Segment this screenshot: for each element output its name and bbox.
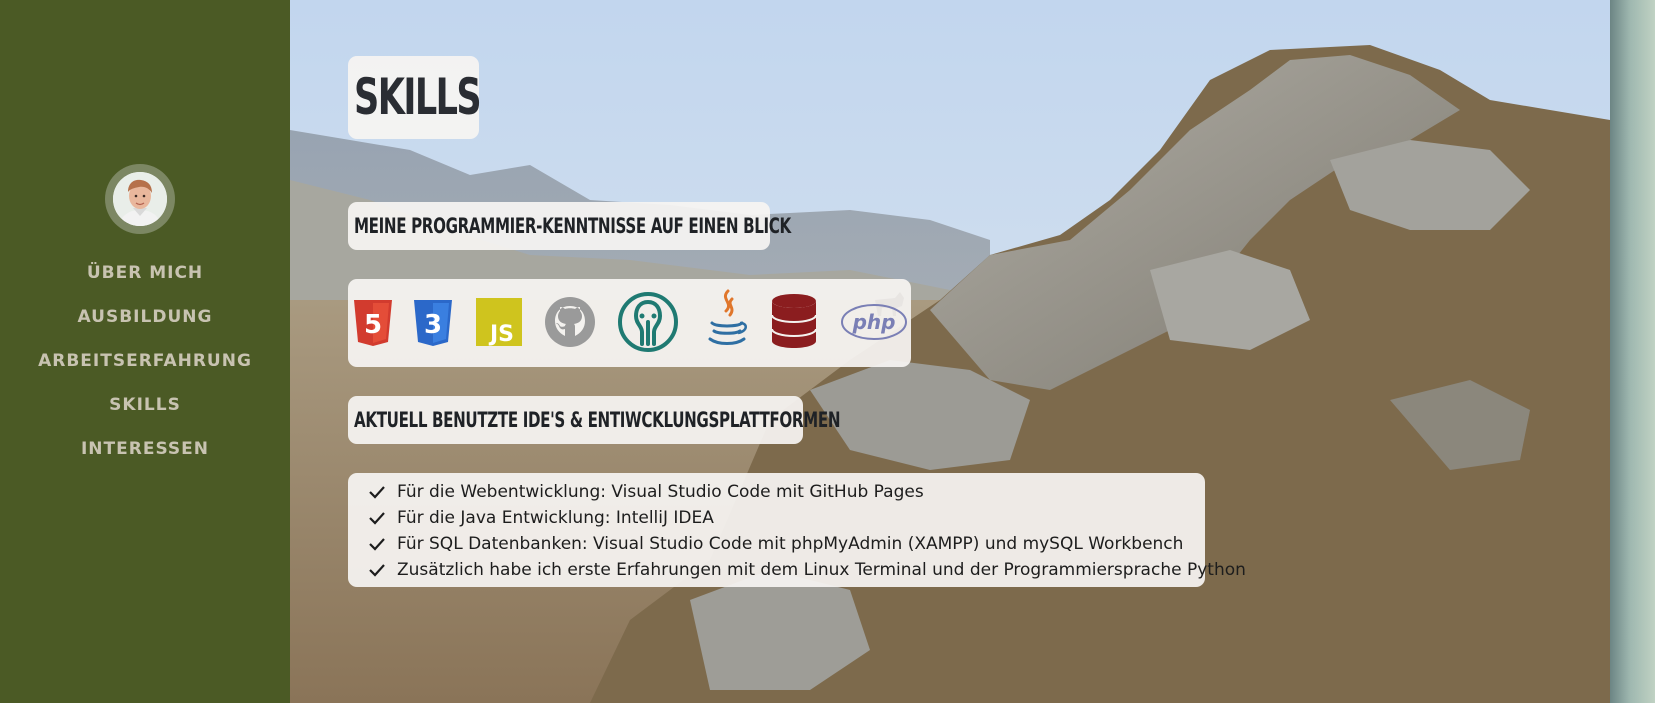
nav-item-skills[interactable]: SKILLS	[0, 390, 290, 434]
page-title: SKILLS	[354, 68, 482, 126]
nav-item-ueber-mich[interactable]: ÜBER MICH	[0, 258, 290, 302]
main-nav: ÜBER MICH AUSBILDUNG ARBEITSERFAHRUNG SK…	[0, 258, 290, 478]
javascript-icon: JS	[476, 298, 522, 346]
sidebar: ÜBER MICH AUSBILDUNG ARBEITSERFAHRUNG SK…	[0, 0, 290, 703]
list-item: Für die Java Entwicklung: IntelliJ IDEA	[348, 505, 1205, 531]
ide-list: Für die Webentwicklung: Visual Studio Co…	[348, 473, 1246, 583]
checkmark-icon	[369, 564, 385, 577]
section-heading-skills: MEINE PROGRAMMIER-KENNTNISSE AUF EINEN B…	[354, 214, 791, 238]
avatar-ring	[105, 164, 175, 234]
ide-list-card: Für die Webentwicklung: Visual Studio Co…	[348, 473, 1246, 587]
svg-text:5: 5	[364, 310, 382, 340]
list-item: Für die Webentwicklung: Visual Studio Co…	[348, 479, 1205, 505]
list-item: Für SQL Datenbanken: Visual Studio Code …	[348, 531, 1205, 557]
list-item-text: Für die Webentwicklung: Visual Studio Co…	[397, 482, 924, 502]
checkmark-icon	[369, 486, 385, 499]
section-heading-card: MEINE PROGRAMMIER-KENNTNISSE AUF EINEN B…	[348, 202, 791, 250]
java-icon	[708, 289, 747, 345]
list-item-text: Für SQL Datenbanken: Visual Studio Code …	[397, 534, 1184, 554]
css3-icon: 3	[414, 300, 452, 346]
section-heading-card: AKTUELL BENUTZTE IDE'S & ENTIWCKLUNGSPLA…	[348, 396, 840, 444]
html5-icon: 5	[354, 300, 392, 346]
nav-item-interessen[interactable]: INTERESSEN	[0, 434, 290, 478]
profile-photo-icon	[113, 172, 167, 226]
database-icon	[771, 294, 817, 348]
nav-item-ausbildung[interactable]: AUSBILDUNG	[0, 302, 290, 346]
checkmark-icon	[369, 512, 385, 525]
php-icon: php	[841, 304, 907, 340]
svg-text:3: 3	[424, 310, 442, 340]
github-icon	[545, 297, 595, 347]
list-item: Zusätzlich habe ich erste Erfahrungen mi…	[348, 557, 1246, 583]
list-item-text: Zusätzlich habe ich erste Erfahrungen mi…	[397, 560, 1246, 580]
list-item-text: Für die Java Entwicklung: IntelliJ IDEA	[397, 508, 714, 528]
page-title-card: SKILLS	[348, 56, 482, 139]
nav-item-arbeitserfahrung[interactable]: ARBEITSERFAHRUNG	[0, 346, 290, 390]
svg-text:php: php	[852, 310, 896, 334]
skills-icons-card: 5 3 JS php	[348, 279, 911, 367]
right-edge-strip	[1610, 0, 1655, 703]
svg-text:JS: JS	[488, 322, 514, 346]
gitkraken-icon	[618, 292, 678, 352]
section-heading-ides: AKTUELL BENUTZTE IDE'S & ENTIWCKLUNGSPLA…	[354, 408, 841, 432]
checkmark-icon	[369, 538, 385, 551]
avatar	[113, 172, 167, 226]
